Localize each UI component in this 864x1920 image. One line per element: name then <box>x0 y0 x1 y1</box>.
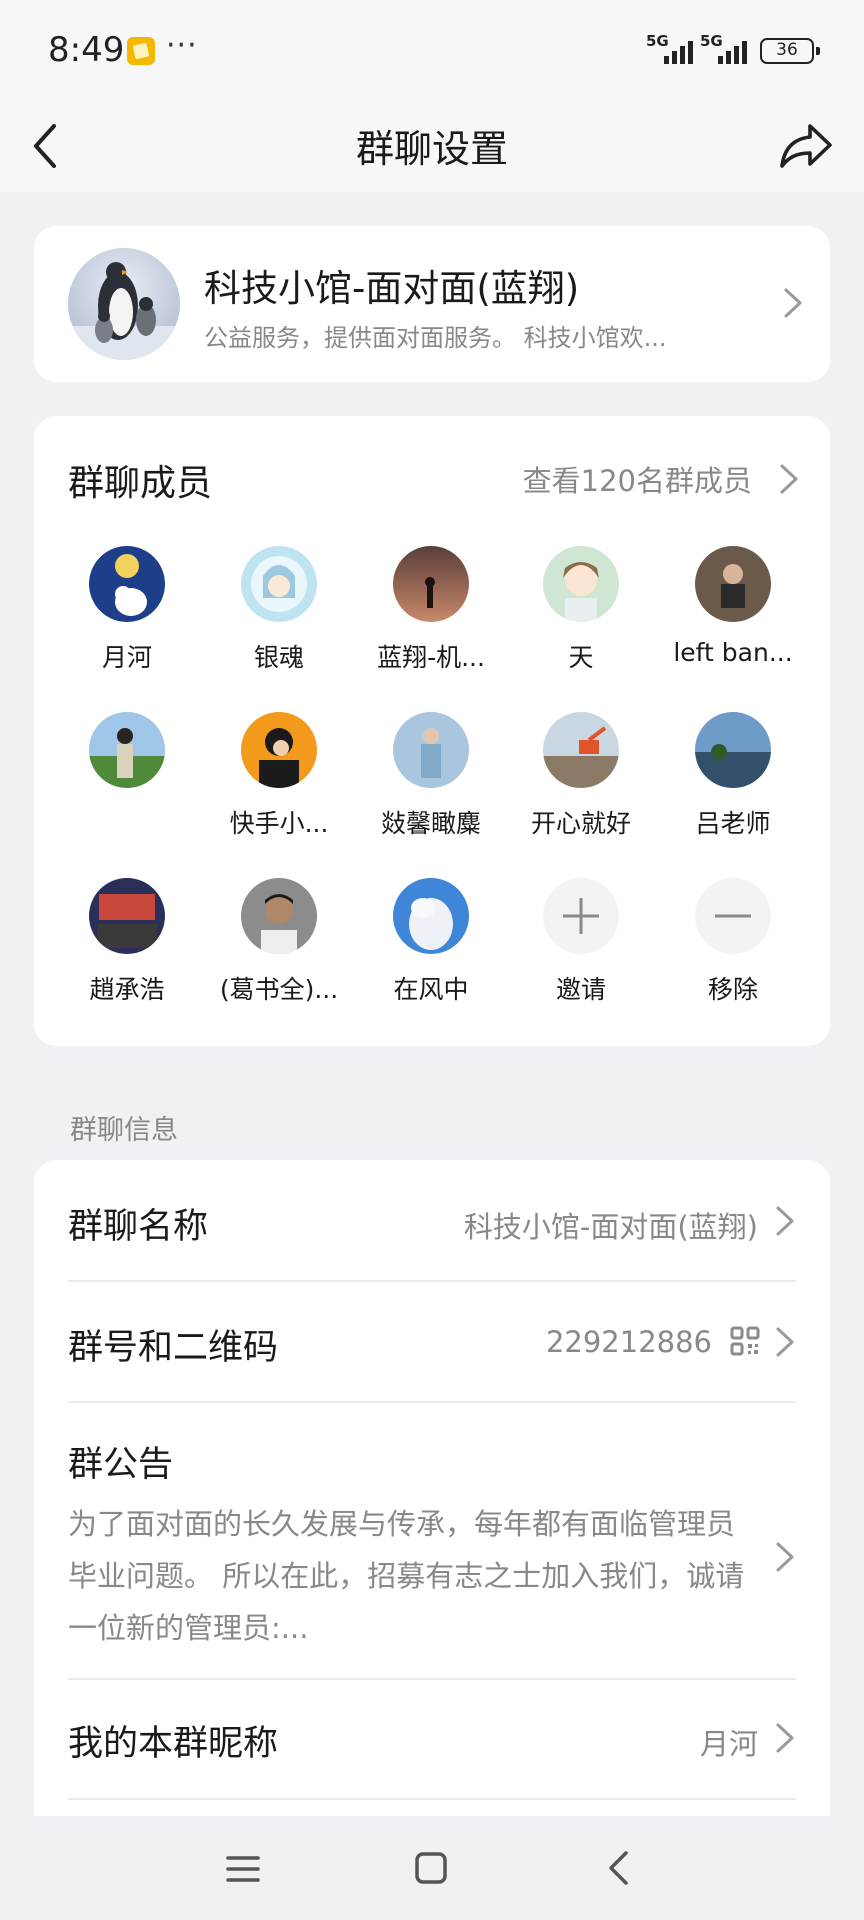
member-item[interactable]: 趙承浩 <box>52 878 202 1028</box>
status-time: 8:49 <box>48 30 125 70</box>
back-nav-icon[interactable] <box>606 1850 632 1886</box>
member-item[interactable]: 银魂 <box>204 546 354 696</box>
member-avatar <box>241 546 317 622</box>
status-bar: 8:49 ··· 5G 5G 36 <box>0 0 864 100</box>
remove-label: 移除 <box>707 975 758 1004</box>
share-icon <box>780 124 832 168</box>
member-avatar <box>89 712 165 788</box>
signal-icon: 5G <box>646 32 704 64</box>
member-item[interactable]: 在风中 <box>356 878 506 1028</box>
member-name: 吕老师 <box>695 809 771 838</box>
group-notice-label: 群公告 <box>68 1445 174 1485</box>
member-item[interactable]: 蓝翔-机... <box>356 546 506 696</box>
group-profile-card[interactable]: 科技小馆-面对面(蓝翔) 公益服务，提供面对面服务。 科技小馆欢... <box>34 226 830 382</box>
member-name: 快手小... <box>229 809 329 838</box>
member-avatar <box>695 712 771 788</box>
nav-bar: 群聊设置 <box>0 100 864 192</box>
group-notice-text: 为了面对面的长久发展与传承，每年都有面临管理员毕业问题。 所以在此，招募有志之士… <box>68 1507 745 1645</box>
group-name-row[interactable]: 群聊名称 科技小馆-面对面(蓝翔) <box>68 1160 796 1280</box>
member-name: 月河 <box>101 643 152 672</box>
group-description: 公益服务，提供面对面服务。 科技小馆欢... <box>204 324 667 352</box>
member-name: 在风中 <box>393 975 469 1004</box>
group-info-section-label: 群聊信息 <box>70 1115 178 1146</box>
remove-avatar <box>695 878 771 954</box>
member-item[interactable] <box>52 712 202 862</box>
group-name-value: 科技小馆-面对面(蓝翔) <box>463 1210 758 1244</box>
member-name: (葛书全)... <box>219 975 339 1004</box>
member-avatar <box>241 712 317 788</box>
group-name-label: 群聊名称 <box>68 1207 209 1247</box>
page-title: 群聊设置 <box>355 127 508 171</box>
member-avatar <box>393 546 469 622</box>
member-item[interactable]: 吕老师 <box>658 712 808 862</box>
member-name: 银魂 <box>253 643 304 672</box>
member-name: 天 <box>568 643 594 672</box>
member-avatar <box>89 878 165 954</box>
my-nickname-row[interactable]: 我的本群昵称 月河 <box>68 1679 796 1799</box>
member-name: 开心就好 <box>530 809 631 838</box>
chevron-right-icon <box>780 464 798 494</box>
invite-member-button[interactable]: 邀请 <box>506 878 656 1028</box>
member-name: 敥馨瞰麋 <box>380 809 481 838</box>
divider <box>68 1798 796 1800</box>
member-avatar <box>695 546 771 622</box>
notification-app-icon <box>127 37 155 65</box>
member-item[interactable]: (葛书全)... <box>204 878 354 1028</box>
group-id-row[interactable]: 群号和二维码 229212886 <box>68 1281 796 1401</box>
member-item[interactable]: 敥馨瞰麋 <box>356 712 506 862</box>
share-button[interactable] <box>776 118 836 174</box>
battery-icon: 36 <box>760 38 820 64</box>
invite-label: 邀请 <box>555 975 606 1004</box>
group-notice-row[interactable]: 群公告 为了面对面的长久发展与传承，每年都有面临管理员毕业问题。 所以在此，招募… <box>68 1402 796 1678</box>
members-card: 群聊成员 查看120名群成员 月河 银魂 蓝翔-机... 天 left ban.… <box>34 416 830 1046</box>
my-nickname-label: 我的本群昵称 <box>68 1724 279 1764</box>
invite-avatar <box>543 878 619 954</box>
minus-icon <box>715 914 751 918</box>
member-avatar <box>543 546 619 622</box>
member-avatar <box>89 546 165 622</box>
chevron-right-icon <box>776 1723 794 1753</box>
system-nav-bar <box>0 1816 864 1920</box>
my-nickname-value: 月河 <box>699 1727 758 1761</box>
member-item[interactable]: left ban... <box>658 546 808 696</box>
member-item[interactable]: 开心就好 <box>506 712 656 862</box>
member-item[interactable]: 月河 <box>52 546 202 696</box>
member-name: 趙承浩 <box>89 975 165 1004</box>
member-avatar <box>393 712 469 788</box>
group-name: 科技小馆-面对面(蓝翔) <box>204 267 580 310</box>
home-icon[interactable] <box>414 1851 448 1885</box>
chevron-right-icon <box>784 288 802 318</box>
member-item[interactable]: 快手小... <box>204 712 354 862</box>
group-avatar <box>68 248 180 360</box>
chevron-right-icon <box>776 1542 794 1572</box>
group-id-value: 229212886 <box>545 1325 712 1359</box>
menu-icon[interactable] <box>226 1852 260 1886</box>
remove-member-button[interactable]: 移除 <box>658 878 808 1028</box>
qr-code-icon <box>730 1326 760 1356</box>
plus-icon <box>563 898 599 934</box>
member-name: left ban... <box>673 638 793 667</box>
member-avatar <box>241 878 317 954</box>
chevron-right-icon <box>776 1327 794 1357</box>
chevron-right-icon <box>776 1206 794 1236</box>
group-info-card: 群聊名称 科技小馆-面对面(蓝翔) 群号和二维码 229212886 群公告 为… <box>34 1160 830 1820</box>
signal-icon: 5G <box>700 32 758 64</box>
member-name: 蓝翔-机... <box>377 643 485 672</box>
member-avatar <box>393 878 469 954</box>
view-all-members-link[interactable]: 查看120名群成员 <box>523 458 752 500</box>
member-avatar <box>543 712 619 788</box>
member-item[interactable]: 天 <box>506 546 656 696</box>
members-title: 群聊成员 <box>68 463 213 504</box>
group-id-label: 群号和二维码 <box>68 1328 279 1368</box>
more-notifications-icon: ··· <box>166 28 198 63</box>
